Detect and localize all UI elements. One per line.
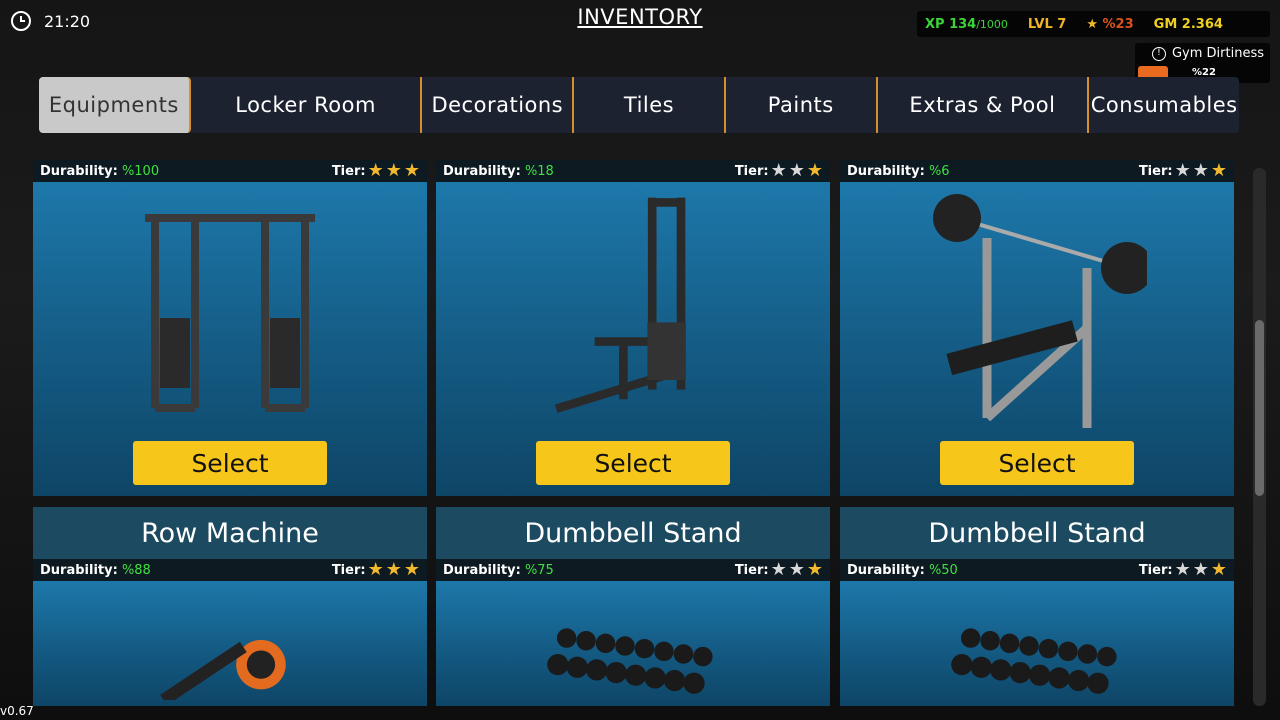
star-icon: ★ [1210, 160, 1227, 181]
tab-paints[interactable]: Paints [726, 77, 878, 133]
star-icon: ★ [1174, 559, 1191, 580]
durability-value: %18 [524, 163, 554, 179]
star-icon: ★ [1210, 559, 1227, 580]
tier-label: Tier: [331, 163, 366, 179]
star-icon: ★ [1192, 559, 1209, 580]
star-icon: ★ [1174, 160, 1191, 181]
durability: Durability: %6 [847, 164, 950, 179]
durability: Durability: %100 [40, 164, 159, 179]
item-name: Dumbbell Stand [840, 507, 1234, 559]
durability-value: %6 [928, 163, 950, 179]
tier: Tier: ★ ★ ★ [332, 561, 420, 579]
item-card[interactable]: Durability: %100 Tier: ★ ★ ★ Select [33, 160, 427, 496]
star-icon: ★ [385, 559, 402, 580]
lat-pulldown-icon [533, 188, 733, 428]
item-card[interactable]: Dumbbell Stand Durability: %50 Tier: ★ ★ ★ [840, 507, 1234, 706]
xp-max: /1000 [976, 17, 1008, 31]
star-icon: ★ [806, 160, 823, 181]
tier: Tier: ★ ★ ★ [1139, 162, 1227, 180]
tier-label: Tier: [734, 562, 769, 578]
item-card[interactable]: Durability: %6 Tier: ★ ★ ★ Select [840, 160, 1234, 496]
durability-label: Durability: [40, 163, 118, 179]
item-name: Dumbbell Stand [436, 507, 830, 559]
tier-label: Tier: [331, 562, 366, 578]
item-image [436, 581, 830, 706]
money: GM 2.364 [1153, 16, 1223, 32]
star-icon: ★ [1192, 160, 1209, 181]
tier-label: Tier: [734, 163, 769, 179]
item-image [33, 581, 427, 706]
functional-trainer-icon [115, 188, 345, 418]
item-image: Select [33, 182, 427, 496]
durability-value: %88 [121, 562, 151, 578]
level: LVL 7 [1027, 16, 1067, 32]
tab-extras-pool[interactable]: Extras & Pool [878, 77, 1090, 133]
durability-value: %50 [928, 562, 958, 578]
durability-label: Durability: [443, 562, 521, 578]
item-name: Row Machine [33, 507, 427, 559]
item-card[interactable]: Row Machine Durability: %88 Tier: ★ ★ ★ [33, 507, 427, 706]
tab-consumables[interactable]: Consumables [1089, 77, 1239, 133]
version: v0.67 [0, 704, 34, 718]
item-card[interactable]: Durability: %18 Tier: ★ ★ ★ Select [436, 160, 830, 496]
star-icon: ★ [367, 160, 384, 181]
rating: %23 [1102, 16, 1134, 32]
item-grid[interactable]: Durability: %100 Tier: ★ ★ ★ Select Durabili… [33, 160, 1234, 706]
durability-label: Durability: [40, 562, 118, 578]
select-button[interactable]: Select [536, 441, 730, 485]
star-icon: ★ [770, 559, 787, 580]
durability: Durability: %50 [847, 563, 958, 578]
tab-tiles[interactable]: Tiles [574, 77, 726, 133]
star-icon: ★ [385, 160, 402, 181]
durability-value: %75 [524, 562, 554, 578]
tab-decorations[interactable]: Decorations [422, 77, 575, 133]
tier-label: Tier: [1138, 163, 1173, 179]
tier: Tier: ★ ★ ★ [1139, 561, 1227, 579]
item-image [840, 581, 1234, 706]
durability: Durability: %88 [40, 563, 151, 578]
star-icon: ★ [788, 559, 805, 580]
durability-label: Durability: [847, 562, 925, 578]
category-tabs: Equipments Locker Room Decorations Tiles… [39, 77, 1239, 133]
xp: XP 134/1000 [925, 17, 1008, 32]
item-card[interactable]: Dumbbell Stand Durability: %75 Tier: ★ ★ ★ [436, 507, 830, 706]
item-image: Select [436, 182, 830, 496]
durability-label: Durability: [443, 163, 521, 179]
durability-value: %100 [121, 163, 160, 179]
tier-label: Tier: [1138, 562, 1173, 578]
tier: Tier: ★ ★ ★ [332, 162, 420, 180]
dumbbell-rack-icon [528, 585, 738, 700]
tab-locker-room[interactable]: Locker Room [191, 77, 423, 133]
dumbbell-rack-icon [932, 585, 1142, 700]
dirtiness-label: Gym Dirtiness [1171, 46, 1264, 61]
select-button[interactable]: Select [940, 441, 1134, 485]
durability-label: Durability: [847, 163, 925, 179]
star-icon: ★ [403, 559, 420, 580]
stats-bar: XP 134/1000 LVL 7 ★ %23 GM 2.364 [917, 11, 1270, 37]
tier: Tier: ★ ★ ★ [735, 162, 823, 180]
bench-press-icon [927, 188, 1147, 428]
info-icon[interactable]: ! [1151, 46, 1166, 61]
star-icon: ★ [1086, 16, 1098, 32]
star-icon: ★ [770, 160, 787, 181]
tab-equipments[interactable]: Equipments [39, 77, 191, 133]
select-button[interactable]: Select [133, 441, 327, 485]
row-machine-icon [125, 585, 335, 700]
scrollbar-thumb[interactable] [1255, 320, 1264, 496]
durability: Durability: %18 [443, 164, 554, 179]
tier: Tier: ★ ★ ★ [735, 561, 823, 579]
star-icon: ★ [806, 559, 823, 580]
star-icon: ★ [788, 160, 805, 181]
star-icon: ★ [367, 559, 384, 580]
durability: Durability: %75 [443, 563, 554, 578]
star-icon: ★ [403, 160, 420, 181]
item-image: Select [840, 182, 1234, 496]
xp-value: XP 134 [925, 16, 977, 32]
